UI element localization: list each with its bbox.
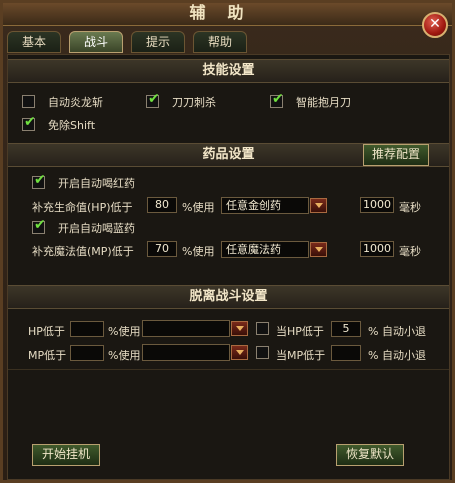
- escape-hp-label: HP低于: [28, 325, 65, 338]
- smart-moon-blade-checkbox[interactable]: [270, 91, 284, 108]
- auto-red-potion-label: 开启自动喝红药: [58, 177, 135, 190]
- chevron-down-icon[interactable]: [310, 198, 327, 213]
- auto-flame-dragon-label: 自动炎龙斩: [48, 96, 103, 109]
- mp-threshold-input[interactable]: 70: [147, 241, 177, 257]
- section-divider: [8, 369, 449, 370]
- hp-threshold-input[interactable]: 80: [147, 197, 177, 213]
- hp-potion-select[interactable]: 任意金创药: [221, 197, 309, 214]
- window-title: 辅助: [189, 3, 266, 22]
- no-shift-label: 免除Shift: [48, 119, 96, 132]
- escape-mp-item-select[interactable]: [142, 344, 230, 361]
- escape-hp-when-input[interactable]: 5: [331, 321, 361, 337]
- close-icon[interactable]: ✕: [422, 12, 448, 38]
- tab-tips[interactable]: 提示: [131, 31, 185, 53]
- skills-header: 技能设置: [8, 59, 449, 83]
- escape-mp-action-label: % 自动小退: [368, 349, 426, 362]
- escape-header: 脱离战斗设置: [8, 285, 449, 309]
- escape-mp-use-label: %使用: [108, 349, 141, 362]
- blade-stab-label: 刀刀刺杀: [172, 96, 216, 109]
- auto-flame-dragon-checkbox[interactable]: [22, 95, 35, 108]
- chevron-down-icon[interactable]: [231, 321, 248, 336]
- escape-hp-input[interactable]: [70, 321, 104, 337]
- title-bar[interactable]: 辅助: [3, 3, 452, 26]
- escape-hp-when-label: 当HP低于: [276, 325, 324, 338]
- recommend-config-button[interactable]: 推荐配置: [363, 144, 429, 166]
- smart-moon-blade-label: 智能抱月刀: [296, 96, 351, 109]
- escape-mp-input[interactable]: [70, 345, 104, 361]
- hp-ms-label: 毫秒: [399, 201, 421, 214]
- mp-use-label: %使用: [182, 245, 215, 258]
- escape-hp-action-label: % 自动小退: [368, 325, 426, 338]
- blade-stab-checkbox[interactable]: [146, 91, 160, 108]
- mp-threshold-label: 补充魔法值(MP)低于: [32, 245, 134, 258]
- escape-hp-item-select[interactable]: [142, 320, 230, 337]
- mp-ms-label: 毫秒: [399, 245, 421, 258]
- auto-blue-potion-label: 开启自动喝蓝药: [58, 222, 135, 235]
- hp-threshold-label: 补充生命值(HP)低于: [32, 201, 133, 214]
- chevron-down-icon[interactable]: [231, 345, 248, 360]
- settings-panel: 技能设置 自动炎龙斩 刀刀刺杀 智能抱月刀 免除Shift 药品设置 推荐配置 …: [7, 54, 450, 480]
- escape-hp-use-label: %使用: [108, 325, 141, 338]
- restore-default-button[interactable]: 恢复默认: [336, 444, 404, 466]
- auto-red-potion-checkbox[interactable]: [32, 172, 46, 189]
- escape-hp-checkbox[interactable]: [256, 322, 269, 335]
- auto-blue-potion-checkbox[interactable]: [32, 217, 46, 234]
- tab-basic[interactable]: 基本: [7, 31, 61, 53]
- no-shift-checkbox[interactable]: [22, 114, 36, 131]
- tab-help[interactable]: 帮助: [193, 31, 247, 53]
- escape-mp-label: MP低于: [28, 349, 67, 362]
- escape-mp-checkbox[interactable]: [256, 346, 269, 359]
- hp-interval-input[interactable]: 1000: [360, 197, 394, 213]
- mp-potion-select[interactable]: 任意魔法药: [221, 241, 309, 258]
- start-auto-button[interactable]: 开始挂机: [32, 444, 100, 466]
- mp-interval-input[interactable]: 1000: [360, 241, 394, 257]
- tab-combat[interactable]: 战斗: [69, 31, 123, 53]
- chevron-down-icon[interactable]: [310, 242, 327, 257]
- escape-mp-when-input[interactable]: [331, 345, 361, 361]
- assist-window: 辅助 ✕ 基本 战斗 提示 帮助 技能设置 自动炎龙斩 刀刀刺杀 智能抱月刀 免…: [0, 0, 455, 483]
- escape-mp-when-label: 当MP低于: [276, 349, 326, 362]
- hp-use-label: %使用: [182, 201, 215, 214]
